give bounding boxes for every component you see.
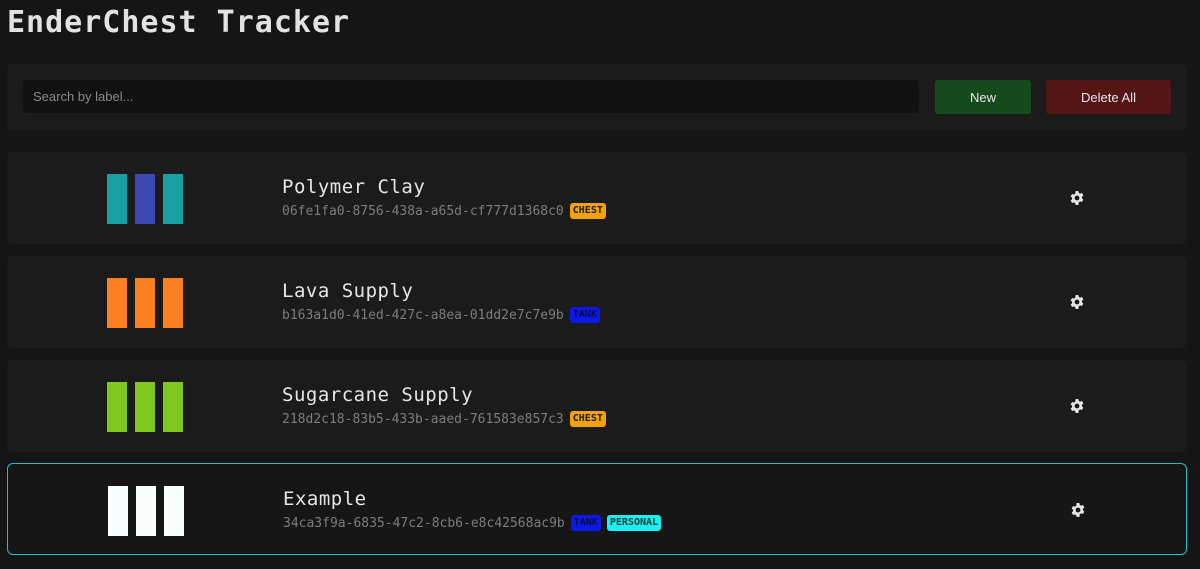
type-badge: TANK: [570, 515, 601, 531]
gear-icon[interactable]: [1069, 294, 1085, 310]
color-swatch: [135, 382, 155, 432]
chest-meta: 34ca3f9a-6835-47c2-8cb6-e8c42568ac9b TAN…: [283, 515, 662, 531]
color-swatch: [107, 382, 127, 432]
chest-card-selected[interactable]: Example 34ca3f9a-6835-47c2-8cb6-e8c42568…: [7, 463, 1187, 555]
color-code: [107, 278, 185, 328]
chest-card[interactable]: Sugarcane Supply 218d2c18-83b5-433b-aaed…: [7, 360, 1187, 452]
chest-card[interactable]: Polymer Clay 06fe1fa0-8756-438a-a65d-cf7…: [7, 152, 1187, 244]
chest-meta: b163a1d0-41ed-427c-a8ea-01dd2e7c7e9b TAN…: [282, 307, 600, 323]
color-swatch: [164, 486, 184, 536]
color-code: [107, 382, 185, 432]
chest-label: Lava Supply: [282, 280, 414, 302]
color-swatch: [135, 174, 155, 224]
chest-meta: 218d2c18-83b5-433b-aaed-761583e857c3 CHE…: [282, 411, 606, 427]
delete-all-button[interactable]: Delete All: [1046, 80, 1171, 114]
chest-meta: 06fe1fa0-8756-438a-a65d-cf777d1368c0 CHE…: [282, 203, 606, 219]
chest-label: Polymer Clay: [282, 176, 426, 198]
color-swatch: [107, 174, 127, 224]
color-swatch: [163, 278, 183, 328]
chest-label: Example: [283, 488, 367, 510]
search-input[interactable]: [23, 80, 919, 113]
color-swatch: [163, 174, 183, 224]
chest-uuid: 34ca3f9a-6835-47c2-8cb6-e8c42568ac9b: [283, 515, 565, 531]
gear-icon[interactable]: [1069, 190, 1085, 206]
type-badge: CHEST: [569, 411, 606, 427]
chest-card[interactable]: Lava Supply b163a1d0-41ed-427c-a8ea-01dd…: [7, 256, 1187, 348]
new-button[interactable]: New: [935, 80, 1031, 114]
chest-uuid: 06fe1fa0-8756-438a-a65d-cf777d1368c0: [282, 203, 564, 219]
color-swatch: [135, 278, 155, 328]
color-code: [108, 486, 186, 536]
color-swatch: [107, 278, 127, 328]
gear-icon[interactable]: [1069, 398, 1085, 414]
toolbar: New Delete All: [7, 64, 1187, 130]
page-title: EnderChest Tracker: [7, 5, 351, 40]
color-code: [107, 174, 185, 224]
color-swatch: [108, 486, 128, 536]
color-swatch: [136, 486, 156, 536]
type-badge: TANK: [569, 307, 600, 323]
chest-uuid: b163a1d0-41ed-427c-a8ea-01dd2e7c7e9b: [282, 307, 564, 323]
personal-badge: PERSONAL: [606, 515, 662, 531]
type-badge: CHEST: [569, 203, 606, 219]
gear-icon[interactable]: [1070, 502, 1086, 518]
chest-uuid: 218d2c18-83b5-433b-aaed-761583e857c3: [282, 411, 564, 427]
color-swatch: [163, 382, 183, 432]
chest-label: Sugarcane Supply: [282, 384, 474, 406]
app-root: EnderChest Tracker New Delete All Polyme…: [0, 0, 1200, 569]
